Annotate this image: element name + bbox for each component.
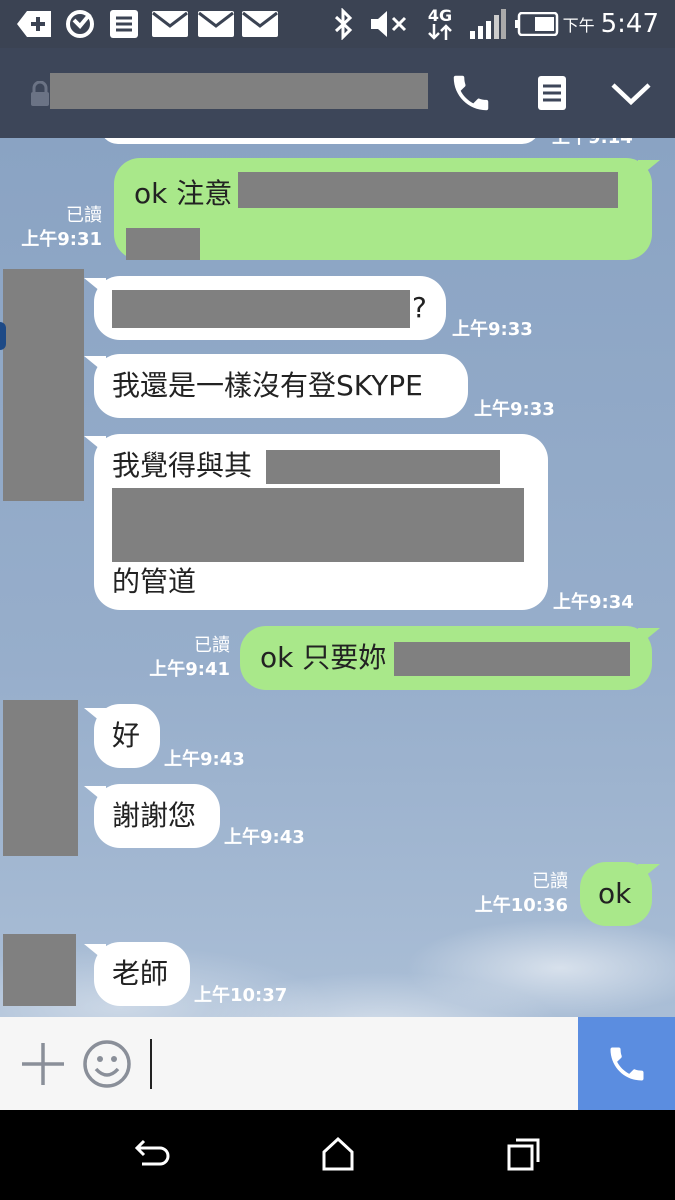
message-input[interactable] (148, 1039, 568, 1089)
call-button[interactable] (578, 1017, 675, 1110)
status-bar: 4G 下午 5:47 (0, 0, 675, 48)
notes-icon[interactable] (532, 72, 572, 116)
chevron-down-icon[interactable] (608, 78, 654, 108)
message-time: 上午10:36 (474, 895, 568, 916)
contact-name-redacted (50, 73, 428, 109)
redacted-text (394, 642, 630, 676)
system-nav-bar (0, 1110, 675, 1200)
message-bubble-incoming[interactable]: 我覺得與其 的管道 (94, 434, 548, 610)
recent-apps-icon[interactable] (506, 1136, 542, 1172)
message-time: 上午9:43 (224, 827, 305, 848)
redacted-text (238, 172, 618, 208)
signal-icon (466, 0, 508, 48)
message-text: 好 (112, 719, 141, 752)
mail-icon (196, 0, 236, 48)
message-bubble-incoming[interactable]: 老師 (94, 942, 190, 1006)
message-time: 上午9:41 (149, 659, 230, 680)
message-bubble-incoming[interactable]: ? (94, 276, 446, 340)
mail-icon (240, 0, 280, 48)
message-text: ok (598, 877, 632, 910)
message-time: 上午9:43 (164, 749, 245, 770)
avatar-edge (0, 322, 6, 350)
read-receipt: 已讀 (532, 871, 568, 892)
message-time: 上午9:34 (553, 592, 634, 613)
plus-icon[interactable] (20, 1041, 66, 1087)
network-label: 4G (427, 6, 453, 25)
add-notification-icon (14, 0, 54, 48)
message-time: 上午10:37 (194, 985, 288, 1006)
message-bubble-partial (100, 138, 540, 144)
redacted-text (112, 290, 410, 328)
notes-notification-icon (106, 0, 142, 48)
avatar[interactable] (3, 934, 76, 1006)
battery-icon (514, 0, 560, 48)
message-time: 上午9:31 (21, 229, 102, 250)
message-text: 我還是一樣沒有登SKYPE (112, 369, 423, 402)
sync-icon (60, 0, 100, 48)
read-receipt: 已讀 (194, 635, 230, 656)
phone-icon[interactable] (448, 70, 494, 116)
message-text: ? (412, 291, 427, 324)
redacted-text (112, 488, 524, 562)
emoji-icon[interactable] (82, 1039, 132, 1089)
network-type-icon: 4G (420, 0, 460, 48)
avatar[interactable] (3, 700, 78, 856)
back-icon[interactable] (132, 1138, 172, 1172)
message-text: 老師 (112, 957, 169, 990)
message-time: 上午9:33 (452, 319, 533, 340)
message-text: ok 只要妳 (260, 641, 387, 674)
bubble-tail (638, 628, 660, 646)
mail-icon (150, 0, 190, 48)
clock: 下午 5:47 (563, 0, 659, 48)
message-text: ok 注意 (134, 177, 233, 210)
avatar[interactable] (3, 269, 84, 501)
redacted-text (126, 228, 200, 260)
message-text-line3: 的管道 (112, 565, 197, 598)
phone-icon (610, 1047, 643, 1080)
bubble-tail (638, 864, 660, 882)
message-time: 上午9:33 (474, 399, 555, 420)
bluetooth-icon (330, 0, 358, 48)
message-time: 上午9:14 (552, 138, 642, 150)
message-bubble-incoming[interactable]: 謝謝您 (94, 784, 220, 848)
message-bubble-incoming[interactable]: 我還是一樣沒有登SKYPE (94, 354, 468, 418)
message-bubble-incoming[interactable]: 好 (94, 704, 160, 768)
message-meta: 已讀 上午10:36 (450, 870, 568, 918)
message-meta: 已讀 上午9:41 (120, 634, 230, 682)
message-bubble-outgoing[interactable]: ok 注意 (114, 158, 652, 260)
lock-icon (30, 80, 50, 111)
message-text: 我覺得與其 (112, 449, 253, 482)
message-meta: 已讀 上午9:31 (12, 204, 102, 252)
message-text: 謝謝您 (112, 799, 197, 832)
chat-header (0, 48, 675, 138)
clock-time: 5:47 (600, 9, 659, 39)
redacted-text (266, 450, 500, 484)
text-cursor (150, 1039, 152, 1089)
clock-ampm: 下午 (562, 16, 595, 35)
bubble-tail (638, 160, 660, 178)
home-icon[interactable] (320, 1136, 356, 1172)
chat-area[interactable]: 上午9:14 已讀 上午9:31 ok 注意 ? 上午9:33 我還是一樣沒有登… (0, 138, 675, 1017)
read-receipt: 已讀 (66, 205, 102, 226)
mute-icon (368, 0, 410, 48)
message-input-bar (0, 1017, 675, 1110)
message-bubble-outgoing[interactable]: ok 只要妳 (240, 626, 652, 690)
